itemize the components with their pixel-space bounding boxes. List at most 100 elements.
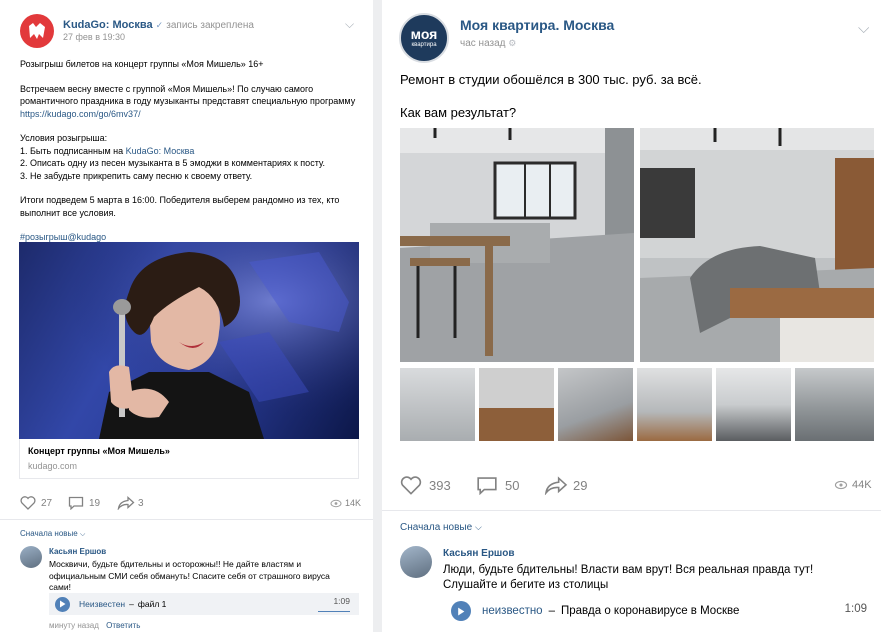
comment-line: официальным СМИ себя обмануть! Спасите с…: [49, 570, 330, 581]
room-thumbnail-6[interactable]: [795, 368, 874, 441]
post-paragraph-line: романтичного праздника в году музыканты …: [20, 96, 356, 106]
like-count: 27: [41, 497, 53, 509]
comment-line: Москвичи, будьте бдительны и осторожны!!…: [49, 559, 302, 569]
concert-photo[interactable]: [19, 242, 359, 439]
room-photo-2[interactable]: [640, 128, 874, 362]
group-name[interactable]: KudaGo: Москва: [63, 19, 153, 31]
audio-artist[interactable]: Неизвестен: [79, 599, 125, 609]
post-date[interactable]: 27 фев в 19:30: [63, 32, 125, 42]
settings-icon: ⚙: [508, 38, 517, 48]
post-link[interactable]: https://kudago.com/go/6mv37/: [20, 108, 365, 121]
avatar-text: моя: [410, 26, 438, 42]
views-count: 14K: [345, 498, 362, 508]
room-thumbnail-3[interactable]: [558, 368, 633, 441]
condition-1-link[interactable]: KudaGo: Москва: [126, 146, 195, 156]
link-card[interactable]: Концерт группы «Моя Мишель» kudago.com: [19, 439, 359, 479]
commenter-name[interactable]: Касьян Ершов: [49, 547, 106, 556]
comment-line: Люди, будьте бдительны! Власти вам врут!…: [443, 564, 814, 576]
comment-button[interactable]: 19: [68, 496, 100, 510]
comment-count: 19: [89, 497, 101, 509]
share-icon: [117, 496, 135, 510]
post-paragraph-line: Встречаем весну вместе с группой «Моя Ми…: [20, 83, 314, 94]
audio-artist[interactable]: неизвестно: [482, 605, 543, 617]
comments-sort-dropdown[interactable]: Сначала новые ⌵: [20, 529, 85, 539]
commenter-name[interactable]: Касьян Ершов: [443, 548, 515, 559]
share-icon: [544, 476, 568, 495]
room-thumbnail-1[interactable]: [400, 368, 475, 441]
share-count: 3: [138, 497, 144, 509]
room-photo-1[interactable]: [400, 128, 634, 362]
kudago-logo-icon: [29, 23, 45, 39]
post-line: Ремонт в студии обошёлся в 300 тыс. руб.…: [400, 72, 702, 87]
audio-dash: –: [548, 605, 555, 617]
more-options-icon[interactable]: ⌵: [345, 17, 354, 32]
commenter-avatar[interactable]: [20, 546, 42, 568]
views-counter: 44K: [834, 479, 872, 491]
audio-duration: 1:09: [844, 603, 867, 615]
avatar-subtext: квартира: [411, 42, 437, 48]
room-thumbnail-5[interactable]: [716, 368, 791, 441]
comment-count: 50: [505, 478, 520, 493]
verified-check-icon: ✓: [155, 20, 164, 30]
play-button[interactable]: [451, 601, 471, 621]
sort-label: Сначала новые: [400, 522, 473, 533]
divider: [0, 519, 373, 520]
play-button[interactable]: [55, 596, 70, 612]
comment-line: Слушайте и бегите из столицы: [443, 578, 609, 591]
left-post: KudaGo: Москва ✓ запись закреплена 27 фе…: [0, 0, 373, 632]
final-line: Итоги подведем 5 марта в 16:00. Победите…: [20, 195, 340, 205]
pinned-label: запись закреплена: [166, 20, 254, 31]
moya-kvartira-avatar[interactable]: моя квартира: [399, 13, 449, 63]
more-options-icon[interactable]: ⌵: [858, 20, 869, 37]
final-line: выполнит все условия.: [20, 207, 116, 218]
audio-player[interactable]: Неизвестен – файл 1 1:09: [49, 593, 359, 615]
play-icon: [458, 607, 465, 615]
divider: [382, 510, 881, 511]
room-thumbnail-4[interactable]: [637, 368, 712, 441]
like-button[interactable]: 393: [400, 476, 451, 495]
heart-icon: [400, 476, 422, 495]
audio-progress-bar[interactable]: [318, 611, 350, 612]
share-button[interactable]: 3: [117, 496, 144, 510]
commenter-avatar[interactable]: [400, 546, 432, 578]
like-count: 393: [429, 478, 451, 493]
room-thumbnail-2[interactable]: [479, 368, 554, 441]
audio-duration: 1:09: [333, 596, 350, 606]
comment-button[interactable]: 50: [476, 476, 519, 495]
like-button[interactable]: 27: [20, 496, 52, 510]
comment-icon: [477, 477, 497, 495]
audio-player[interactable]: неизвестно – Правда о коронавирусе в Мос…: [443, 599, 873, 623]
comments-sort-dropdown[interactable]: Сначала новые ⌵: [400, 522, 482, 533]
share-button[interactable]: 29: [544, 476, 587, 495]
conditions-title: Условия розыгрыша:: [20, 133, 108, 143]
right-post: моя квартира Моя квартира. Москва час на…: [382, 0, 881, 632]
reply-link[interactable]: Ответить: [106, 621, 140, 630]
comment-icon: [68, 496, 84, 510]
sort-label: Сначала новые: [20, 529, 78, 538]
link-card-title: Концерт группы «Моя Мишель»: [28, 446, 170, 456]
condition-1: 1. Быть подписанным на: [20, 145, 126, 156]
group-name[interactable]: Моя квартира. Москва: [460, 17, 614, 33]
post-time[interactable]: час назад: [460, 38, 506, 49]
heart-icon: [20, 496, 36, 510]
singer-illustration: [19, 242, 359, 439]
views-counter: 14K: [330, 498, 361, 508]
audio-title: файл 1: [137, 599, 167, 609]
link-card-domain: kudago.com: [28, 461, 78, 471]
chevron-down-icon: ⌵: [474, 522, 482, 532]
studio-photo-illustration: [400, 128, 634, 362]
eye-icon: [834, 480, 848, 490]
kudago-avatar[interactable]: [20, 14, 54, 48]
post-title: Розыгрыш билетов на концерт группы «Моя …: [20, 59, 264, 69]
audio-dash: –: [129, 599, 134, 609]
condition-2: 2. Описать одну из песен музыканта в 5 э…: [20, 158, 326, 168]
post-line: Как вам результат?: [400, 105, 517, 120]
condition-3: 3. Не забудьте прикрепить саму песню к с…: [20, 170, 253, 181]
chevron-down-icon: ⌵: [79, 531, 86, 538]
comment-line: сами!: [49, 582, 71, 592]
play-icon: [60, 600, 66, 608]
views-count: 44K: [852, 479, 872, 491]
share-count: 29: [573, 478, 588, 493]
comment-time[interactable]: минуту назад: [49, 621, 99, 630]
audio-title: Правда о коронавирусе в Москве: [561, 605, 740, 617]
